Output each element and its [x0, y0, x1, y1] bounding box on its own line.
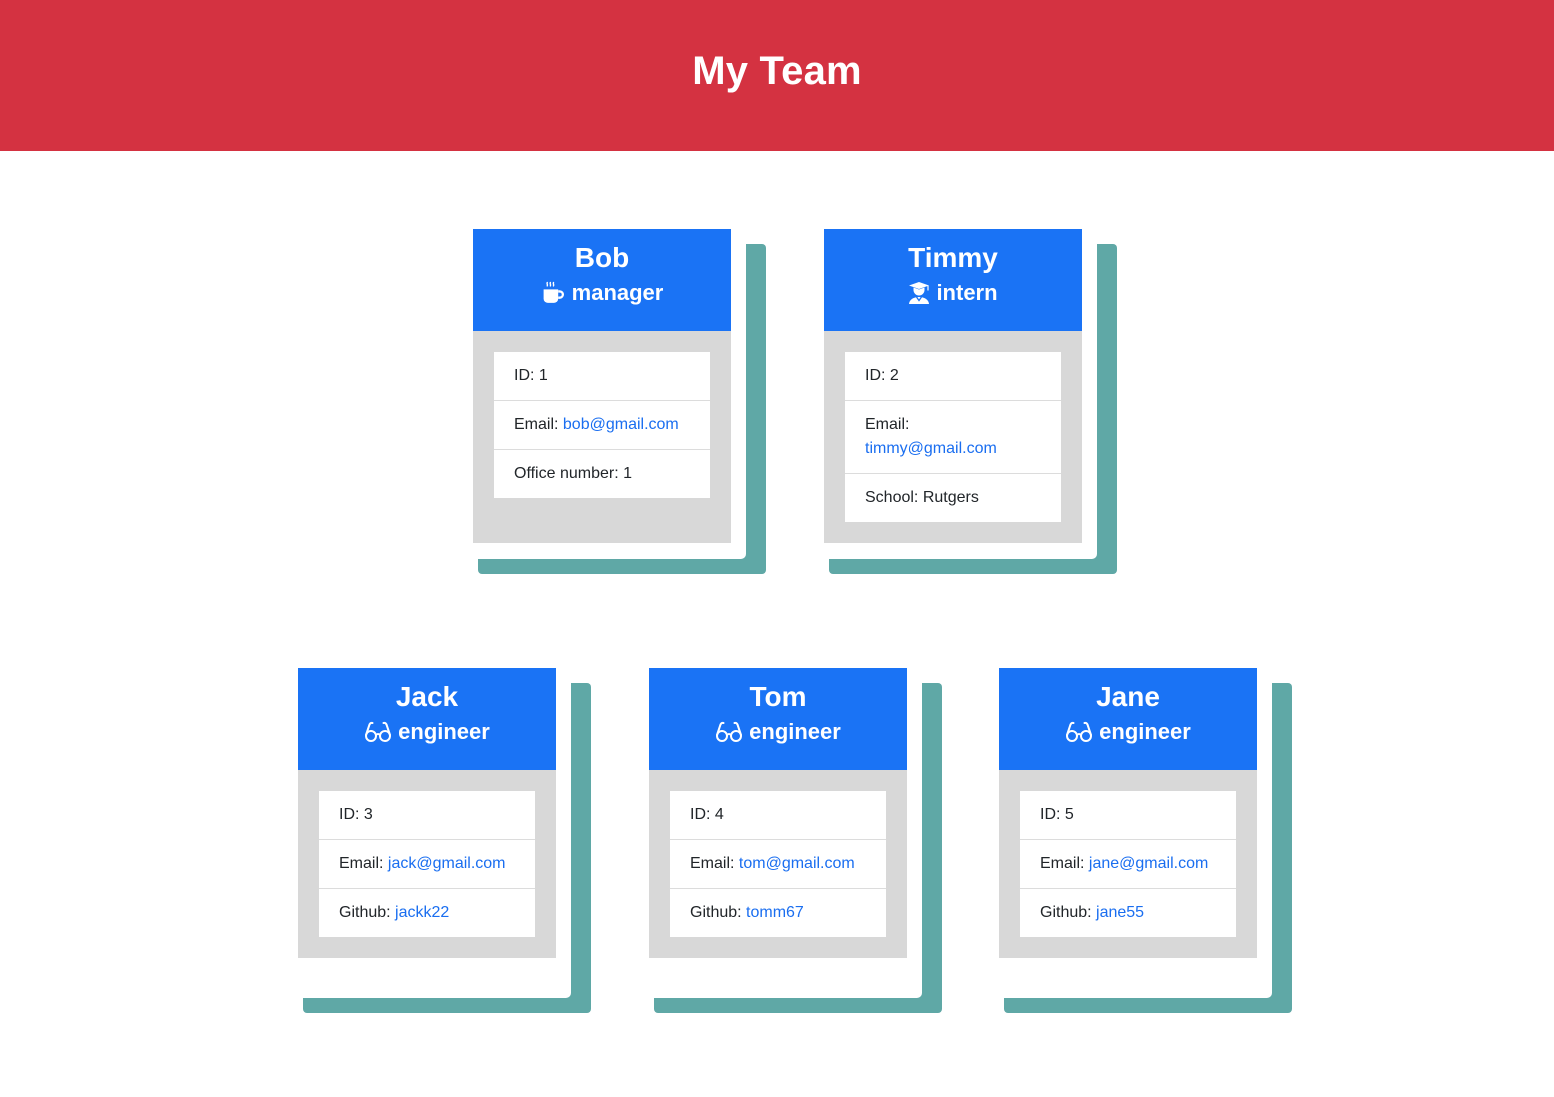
github-label: Github: [339, 904, 396, 921]
employee-role-label: intern [936, 280, 998, 305]
email-link[interactable]: tom@gmail.com [739, 855, 855, 872]
glasses-icon [715, 721, 743, 743]
card-header: Jack engineer [298, 668, 556, 770]
github-label: Github: [690, 904, 747, 921]
email-link[interactable]: jane@gmail.com [1089, 855, 1208, 872]
card-header: Jane engineer [999, 668, 1257, 770]
glasses-icon [364, 721, 392, 743]
employee-id: ID: 1 [494, 352, 710, 401]
office-number: Office number: 1 [514, 465, 632, 482]
employee-card-body: Tom engineer ID: 4 Email: tom@gmail.com … [649, 668, 907, 958]
employee-name: Timmy [908, 242, 998, 273]
employee-info-list: ID: 2 Email: timmy@gmail.com School: Rut… [845, 352, 1061, 522]
github-row: Github: tomm67 [670, 889, 886, 937]
employee-card-tom: Tom engineer ID: 4 Email: tom@gmail.com … [649, 668, 942, 1013]
github-row: Github: jackk22 [319, 889, 535, 937]
employee-id: ID: 3 [319, 791, 535, 840]
github-row: Github: jane55 [1020, 889, 1236, 937]
email-label: Email: [514, 416, 563, 433]
github-label: Github: [1040, 904, 1097, 921]
employee-name: Bob [574, 242, 630, 273]
employee-id: ID: 5 [1020, 791, 1236, 840]
github-link[interactable]: jane55 [1096, 904, 1144, 921]
user-graduate-icon [908, 281, 930, 305]
mug-hot-icon [541, 281, 566, 306]
card-header: Tom engineer [649, 668, 907, 770]
employee-name: Tom [749, 681, 807, 712]
employee-email-row: Email: jack@gmail.com [319, 840, 535, 889]
employee-card-timmy: Timmy intern ID: 2 Email: timmy@gmail.co… [824, 229, 1117, 574]
employee-role-label: engineer [1099, 719, 1191, 744]
employee-role-label: engineer [398, 719, 490, 744]
employee-card-body: Timmy intern ID: 2 Email: timmy@gmail.co… [824, 229, 1082, 543]
employee-role: engineer [999, 717, 1257, 747]
employee-email-row: Email: bob@gmail.com [494, 401, 710, 450]
employee-id: ID: 4 [670, 791, 886, 840]
github-link[interactable]: tomm67 [746, 904, 804, 921]
email-label: Email: [339, 855, 388, 872]
employee-name: Jack [395, 681, 459, 712]
school: School: Rutgers [865, 489, 979, 506]
employee-role: engineer [298, 717, 556, 747]
employee-email-row: Email: tom@gmail.com [670, 840, 886, 889]
employee-info-list: ID: 3 Email: jack@gmail.com Github: jack… [319, 791, 535, 937]
employee-info-list: ID: 5 Email: jane@gmail.com Github: jane… [1020, 791, 1236, 937]
email-label: Email: [690, 855, 739, 872]
email-link[interactable]: jack@gmail.com [388, 855, 506, 872]
email-label: Email: [1040, 855, 1089, 872]
employee-card-jack: Jack engineer ID: 3 Email: jack@gmail.co… [298, 668, 591, 1013]
employee-role: intern [824, 278, 1082, 308]
employee-email-row: Email: timmy@gmail.com [845, 401, 1061, 474]
page-header: My Team [0, 0, 1554, 151]
employee-info-list: ID: 1 Email: bob@gmail.com Office number… [494, 352, 710, 498]
employee-role: manager [473, 278, 731, 308]
employee-role: engineer [649, 717, 907, 747]
page-title: My Team [692, 49, 862, 93]
card-header: Bob manager [473, 229, 731, 331]
employee-card-jane: Jane engineer ID: 5 Email: jane@gmail.co… [999, 668, 1292, 1013]
card-header: Timmy intern [824, 229, 1082, 331]
glasses-icon [1065, 721, 1093, 743]
employee-role-label: engineer [749, 719, 841, 744]
employee-id: ID: 2 [845, 352, 1061, 401]
employee-name: Jane [1096, 681, 1160, 712]
employee-card-body: Bob manager ID: 1 Email: bob@gmail.com O… [473, 229, 731, 543]
employee-card-body: Jane engineer ID: 5 Email: jane@gmail.co… [999, 668, 1257, 958]
github-link[interactable]: jackk22 [395, 904, 449, 921]
email-label: Email: [865, 416, 910, 433]
employee-email-row: Email: jane@gmail.com [1020, 840, 1236, 889]
employee-info-list: ID: 4 Email: tom@gmail.com Github: tomm6… [670, 791, 886, 937]
email-link[interactable]: timmy@gmail.com [865, 440, 997, 457]
employee-role-label: manager [571, 280, 664, 305]
employee-card-body: Jack engineer ID: 3 Email: jack@gmail.co… [298, 668, 556, 958]
employee-card-bob: Bob manager ID: 1 Email: bob@gmail.com O… [473, 229, 766, 574]
email-link[interactable]: bob@gmail.com [563, 416, 679, 433]
